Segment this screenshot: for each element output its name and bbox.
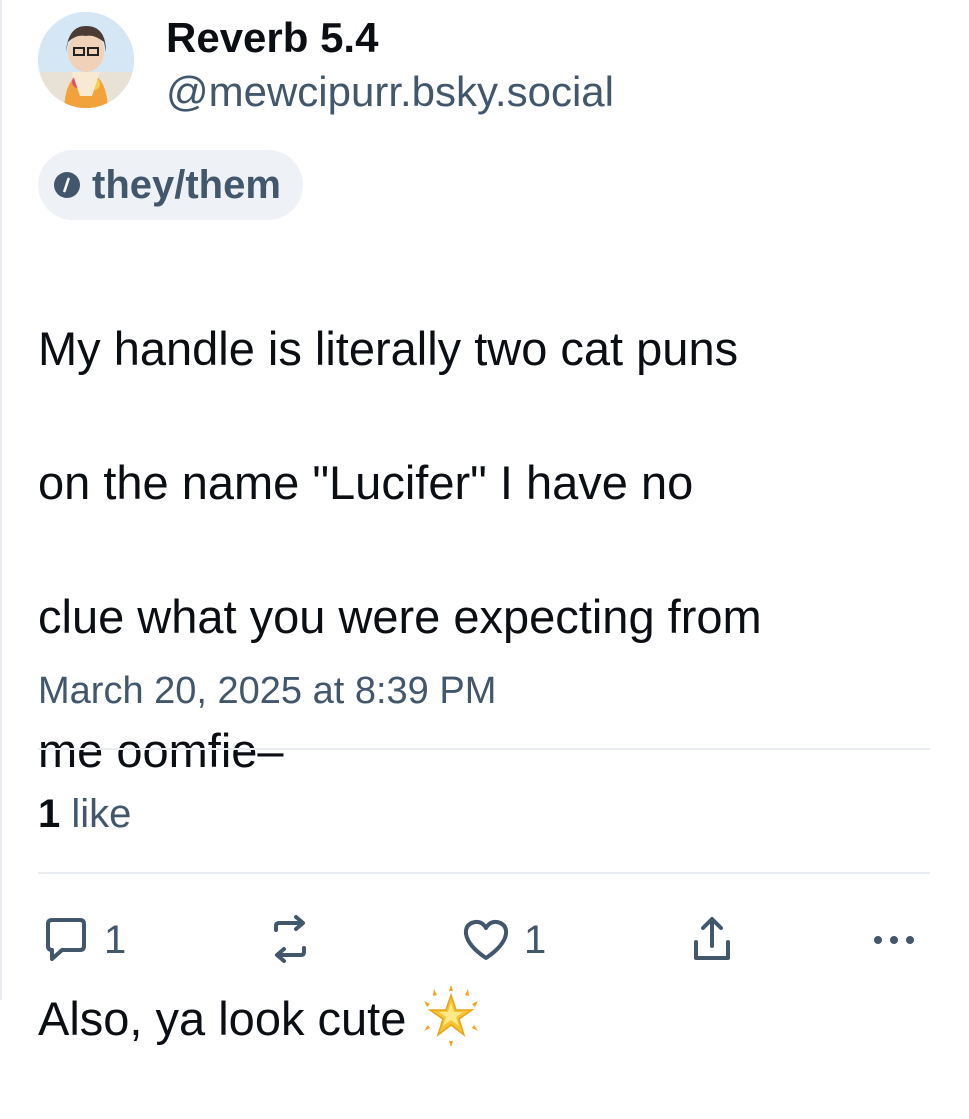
left-border — [0, 0, 2, 1000]
post-action-bar: 1 1 — [38, 910, 930, 970]
post-text-line: me oomfie– — [38, 724, 284, 777]
share-button[interactable] — [684, 910, 740, 970]
avatar[interactable] — [38, 12, 134, 108]
post-timestamp[interactable]: March 20, 2025 at 8:39 PM — [38, 670, 496, 713]
post-text-line: clue what you were expecting from — [38, 590, 762, 643]
reply-icon — [38, 912, 94, 968]
post-text-line: on the name "Lucifer" I have no — [38, 456, 694, 509]
divider — [38, 748, 930, 750]
likes-summary[interactable]: 1 like — [38, 792, 131, 837]
post-text-line: My handle is literally two cat puns — [38, 322, 739, 375]
pronoun-badge: they/them — [38, 150, 303, 220]
share-icon — [684, 912, 740, 968]
glowing-star-emoji — [420, 985, 482, 1047]
reply-count: 1 — [104, 917, 127, 962]
pronoun-icon — [54, 172, 80, 198]
like-count: 1 — [524, 917, 547, 962]
post-text-line-with-emoji: Also, ya look cute — [38, 985, 938, 1052]
divider — [38, 872, 930, 874]
more-icon — [870, 912, 918, 968]
likes-count: 1 — [38, 792, 61, 836]
reply-button[interactable]: 1 — [38, 910, 126, 970]
repost-button[interactable] — [260, 910, 320, 970]
likes-label: like — [71, 792, 132, 836]
pronoun-label: they/them — [92, 162, 281, 207]
post-paragraph-gap — [38, 851, 938, 918]
post-header: Reverb 5.4 @mewcipurr.bsky.social — [38, 10, 938, 120]
like-icon — [458, 912, 514, 968]
author-display-name[interactable]: Reverb 5.4 — [166, 14, 378, 62]
more-options-button[interactable] — [870, 910, 918, 970]
author-handle[interactable]: @mewcipurr.bsky.social — [166, 68, 614, 116]
like-button[interactable]: 1 — [458, 910, 546, 970]
repost-icon — [260, 912, 320, 968]
